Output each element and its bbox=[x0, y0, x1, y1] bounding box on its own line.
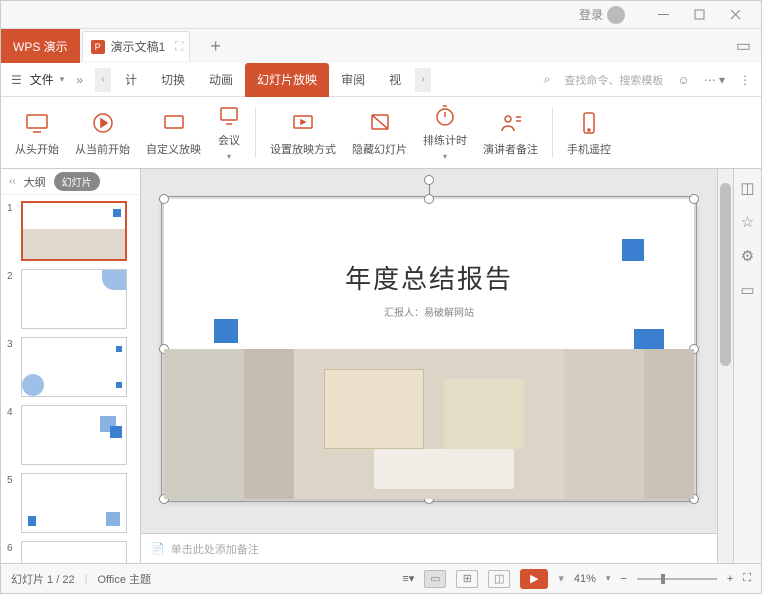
hide-slide-button[interactable]: 隐藏幻灯片 bbox=[346, 103, 413, 163]
slide-canvas[interactable]: 年度总结报告 汇报人：易破解网站 bbox=[141, 169, 717, 563]
notes-icon: 📄 bbox=[151, 542, 165, 555]
tab-slideshow[interactable]: 幻灯片放映 bbox=[245, 63, 329, 97]
from-start-button[interactable]: 从头开始 bbox=[9, 103, 65, 163]
phone-icon bbox=[577, 109, 601, 137]
resize-handle[interactable] bbox=[689, 194, 699, 204]
separator bbox=[552, 108, 553, 158]
thumbnail-4[interactable]: 4 bbox=[7, 405, 134, 465]
thumbnail-6[interactable]: 6 bbox=[7, 541, 134, 563]
normal-view-button[interactable]: ▭ bbox=[424, 570, 446, 588]
play-circle-icon bbox=[91, 109, 115, 137]
sorter-view-button[interactable]: ⊞ bbox=[456, 570, 478, 588]
separator bbox=[255, 108, 256, 158]
search-icon[interactable]: ⌕ bbox=[544, 72, 551, 87]
thumbnail-panel: ‹‹ 大纲 幻灯片 1 2 3 4 5 6 bbox=[1, 169, 141, 563]
zoom-out-button[interactable]: − bbox=[620, 573, 626, 585]
custom-icon bbox=[162, 109, 186, 137]
help-dropdown-icon[interactable]: ⋯ ▾ bbox=[704, 73, 725, 87]
slides-tab[interactable]: 幻灯片 bbox=[54, 172, 100, 191]
presentation-icon: P bbox=[91, 40, 105, 54]
sidebar-toggle-icon[interactable]: ▭ bbox=[736, 36, 751, 56]
scroll-thumb[interactable] bbox=[720, 183, 731, 366]
new-tab-button[interactable]: + bbox=[210, 36, 221, 57]
hide-icon bbox=[368, 109, 392, 137]
document-name: 演示文稿1 bbox=[111, 38, 166, 55]
slide-title[interactable]: 年度总结报告 bbox=[164, 259, 694, 296]
tab-design[interactable]: 计 bbox=[113, 63, 149, 97]
rehearse-button[interactable]: 排练计时▾ bbox=[417, 103, 473, 163]
rotate-handle[interactable] bbox=[424, 175, 434, 185]
panel-icon[interactable]: ◫ bbox=[740, 179, 754, 197]
setup-button[interactable]: 设置放映方式 bbox=[264, 103, 342, 163]
speaker-icon bbox=[499, 109, 523, 137]
meeting-icon bbox=[217, 104, 241, 128]
setup-icon bbox=[291, 109, 315, 137]
theme-name: Office 主题 bbox=[97, 571, 151, 587]
dropdown-icon[interactable]: ▾ bbox=[60, 74, 65, 85]
side-toolbar: ◫ ☆ ⚙ ▭ bbox=[733, 169, 761, 563]
thumbnail-3[interactable]: 3 bbox=[7, 337, 134, 397]
collapse-icon[interactable]: ‹‹ bbox=[9, 176, 16, 187]
fit-button[interactable]: ⛶ bbox=[743, 572, 751, 585]
close-button[interactable] bbox=[717, 1, 753, 29]
nav-prev-button[interactable]: ‹ bbox=[95, 68, 111, 92]
tab-review[interactable]: 审阅 bbox=[329, 63, 377, 97]
login-text[interactable]: 登录 bbox=[579, 6, 603, 23]
more-icon[interactable]: ⋮ bbox=[739, 73, 751, 87]
meeting-button[interactable]: 会议▾ bbox=[211, 103, 247, 163]
minimize-button[interactable] bbox=[645, 1, 681, 29]
play-button[interactable]: ▶ bbox=[520, 569, 548, 589]
tab-view[interactable]: 视 bbox=[377, 63, 413, 97]
custom-show-button[interactable]: 自定义放映 bbox=[140, 103, 207, 163]
monitor-icon bbox=[25, 109, 49, 137]
resize-handle[interactable] bbox=[159, 194, 169, 204]
tab-animation[interactable]: 动画 bbox=[197, 63, 245, 97]
decoration bbox=[622, 239, 644, 261]
thumbnail-2[interactable]: 2 bbox=[7, 269, 134, 329]
remote-button[interactable]: 手机遥控 bbox=[561, 103, 617, 163]
current-slide[interactable]: 年度总结报告 汇报人：易破解网站 bbox=[164, 199, 694, 499]
tab-transition[interactable]: 切换 bbox=[149, 63, 197, 97]
resize-handle[interactable] bbox=[424, 194, 434, 204]
zoom-level[interactable]: 41% bbox=[574, 573, 596, 585]
thumbnail-5[interactable]: 5 bbox=[7, 473, 134, 533]
list-icon[interactable]: ≡▾ bbox=[402, 572, 414, 585]
vertical-scrollbar[interactable] bbox=[717, 169, 733, 563]
template-icon[interactable]: ▭ bbox=[740, 281, 754, 299]
slide-counter: 幻灯片 1 / 22 bbox=[11, 571, 75, 587]
zoom-slider[interactable] bbox=[637, 578, 717, 580]
outline-tab[interactable]: 大纲 bbox=[24, 174, 46, 190]
maximize-button[interactable] bbox=[681, 1, 717, 29]
favorite-icon[interactable]: ☆ bbox=[741, 213, 754, 231]
app-tab[interactable]: WPS 演示 bbox=[1, 29, 80, 63]
chat-icon[interactable]: ☺ bbox=[677, 73, 689, 87]
nav-next-button[interactable]: › bbox=[415, 68, 431, 92]
thumbnail-1[interactable]: 1 bbox=[7, 201, 134, 261]
notes-pane[interactable]: 📄 单击此处添加备注 bbox=[141, 533, 717, 563]
document-tab[interactable]: P 演示文稿1 ⛶ bbox=[82, 31, 191, 61]
decoration bbox=[214, 319, 238, 343]
zoom-in-button[interactable]: + bbox=[727, 573, 733, 585]
hamburger-icon[interactable]: ☰ bbox=[11, 73, 22, 87]
settings-icon[interactable]: ⚙ bbox=[741, 247, 754, 265]
file-menu[interactable]: 文件 bbox=[30, 71, 54, 88]
slide-image bbox=[164, 349, 694, 499]
avatar-icon[interactable] bbox=[607, 6, 625, 24]
notes-placeholder: 单击此处添加备注 bbox=[171, 541, 259, 557]
reading-view-button[interactable]: ◫ bbox=[488, 570, 510, 588]
overflow-icon[interactable]: » bbox=[76, 73, 83, 87]
screen-icon[interactable]: ⛶ bbox=[175, 39, 183, 54]
search-placeholder[interactable]: 查找命令、搜索模板 bbox=[564, 72, 663, 88]
slide-subtitle[interactable]: 汇报人：易破解网站 bbox=[164, 304, 694, 319]
speaker-notes-button[interactable]: 演讲者备注 bbox=[477, 103, 544, 163]
timer-icon bbox=[433, 104, 457, 128]
from-current-button[interactable]: 从当前开始 bbox=[69, 103, 136, 163]
